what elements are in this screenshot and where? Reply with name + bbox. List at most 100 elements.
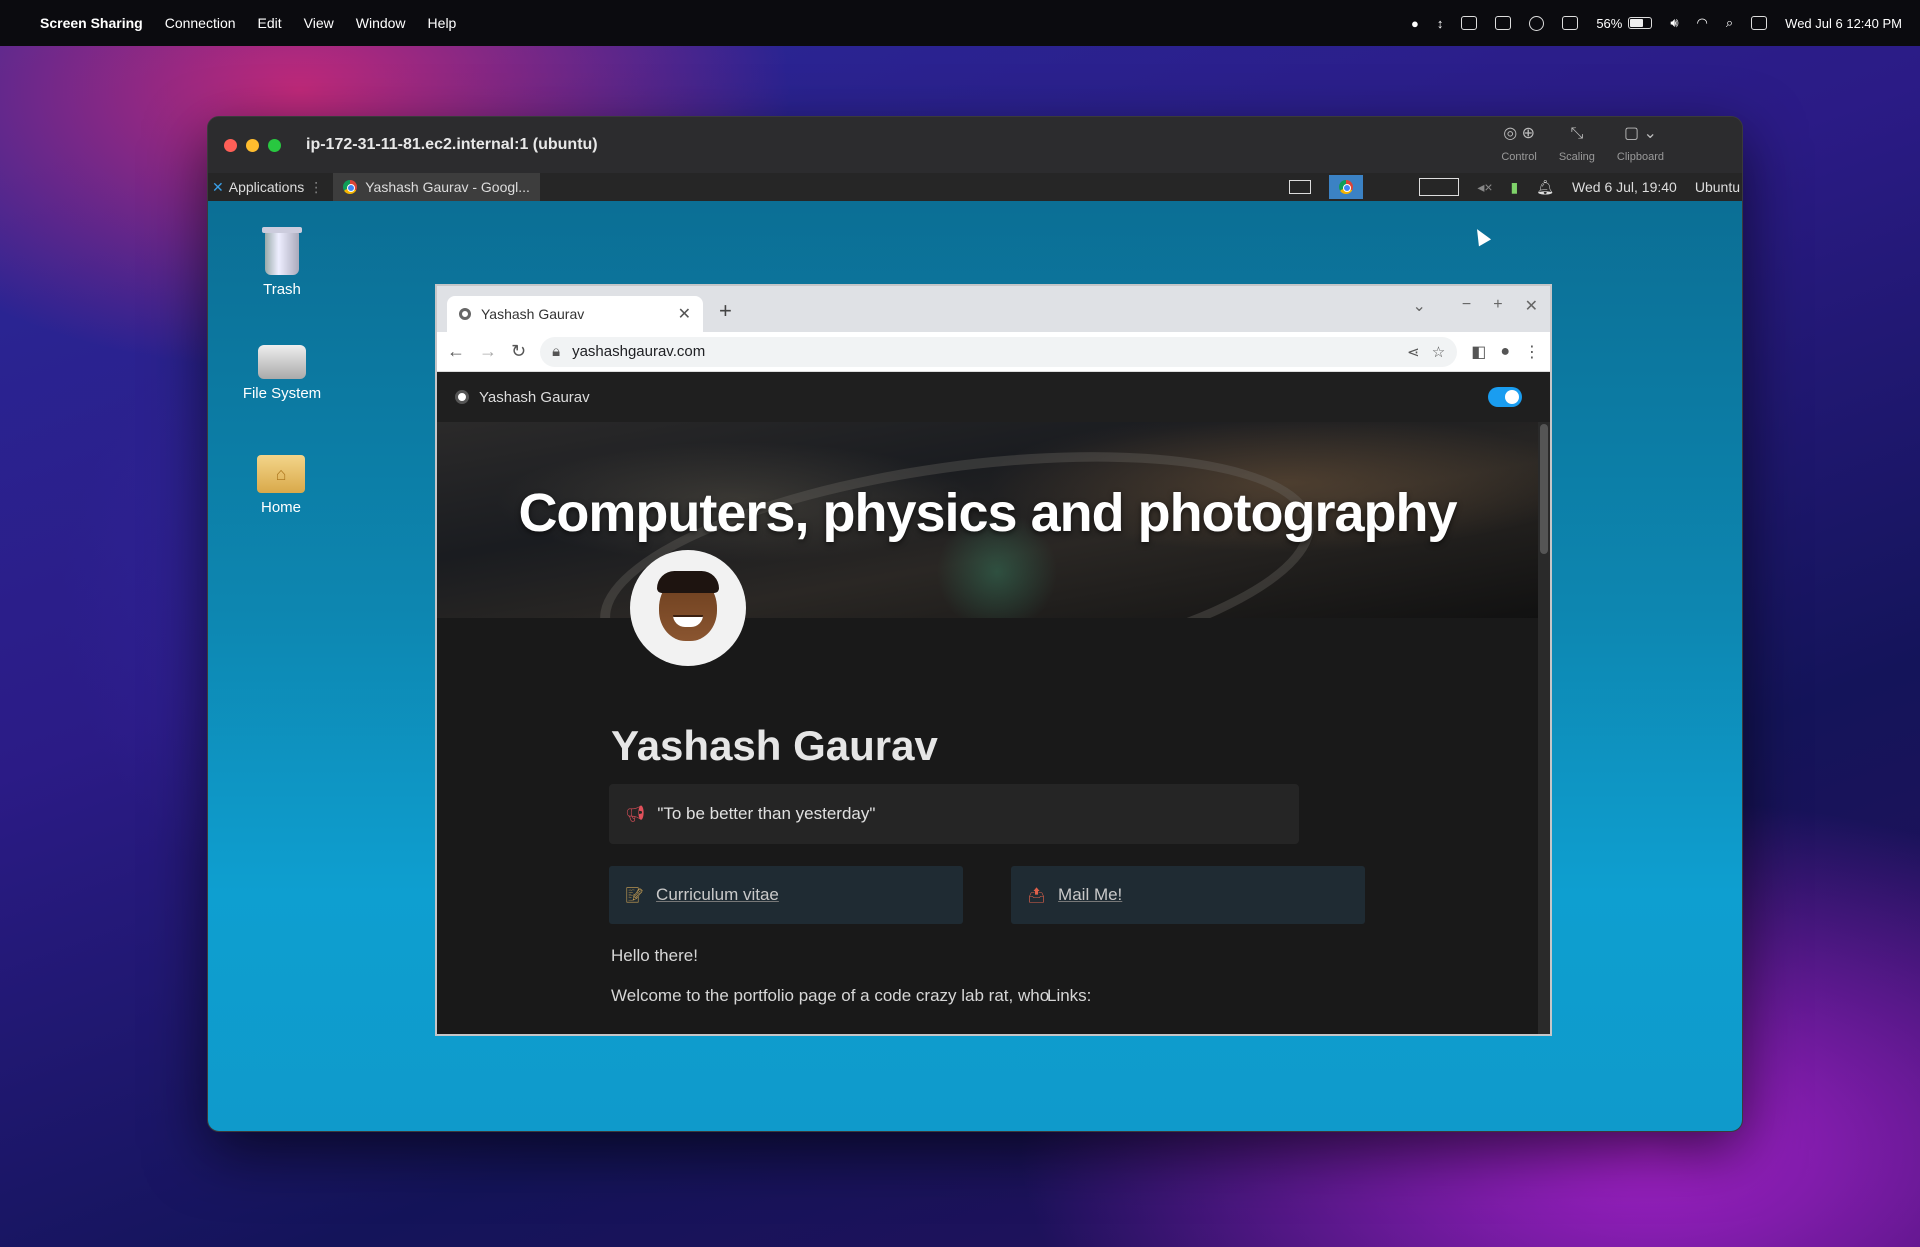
control-center-icon[interactable]: [1751, 16, 1768, 30]
desktop-icon-home[interactable]: ⌂ Home: [231, 455, 331, 516]
drive-icon: [258, 345, 306, 379]
links-heading: Links:: [1047, 986, 1092, 1005]
tab-title: Yashash Gaurav: [481, 306, 585, 322]
menu-window[interactable]: Window: [356, 15, 406, 31]
minimize-window-button[interactable]: [246, 138, 259, 152]
menu-connection[interactable]: Connection: [165, 15, 236, 31]
address-bar[interactable]: 🔒︎ yashashgaurav.com ⋖ ☆: [540, 336, 1458, 367]
scaling-tool[interactable]: ⤡ Scaling: [1559, 125, 1595, 163]
scaling-icon: ⤡: [1570, 125, 1584, 142]
welcome-text: Welcome to the portfolio page of a code …: [611, 986, 1050, 1005]
quote-text: "To be better than yesterday": [657, 804, 876, 823]
grammarly-icon[interactable]: [1529, 15, 1545, 31]
close-icon[interactable]: ✕: [1525, 296, 1538, 316]
mic-icon[interactable]: ●: [1411, 16, 1419, 31]
control-label: Control: [1501, 151, 1537, 163]
share-icon[interactable]: ⋖: [1407, 343, 1420, 361]
maximize-icon[interactable]: +: [1493, 296, 1502, 316]
tab-search-icon[interactable]: ⌄: [1413, 296, 1426, 316]
reload-button[interactable]: ↻: [511, 341, 526, 362]
applications-menu[interactable]: ✕ Applications ⋮: [208, 179, 329, 196]
page-scrollbar[interactable]: [1538, 422, 1550, 1034]
mail-link-label: Mail Me!: [1058, 885, 1123, 904]
site-favicon: [459, 308, 471, 320]
battery-percent: 56%: [1596, 15, 1623, 31]
wifi-icon[interactable]: ◠: [1697, 15, 1708, 31]
back-button[interactable]: ←: [447, 341, 465, 362]
taskbar-item-label: Yashash Gaurav - Googl...: [365, 179, 530, 195]
screen-sharing-window: ip-172-31-11-81.ec2.internal:1 (ubuntu) …: [207, 116, 1743, 1132]
lock-icon[interactable]: 🔒︎: [552, 343, 560, 360]
outbox-icon: 📤︎: [1027, 887, 1047, 904]
panel-clock[interactable]: Wed 6 Jul, 19:40: [1572, 179, 1677, 195]
scaling-label: Scaling: [1558, 151, 1595, 163]
taskbar-item-chrome[interactable]: Yashash Gaurav - Googl...: [333, 173, 540, 201]
memoji-face-icon: [657, 571, 719, 641]
xfce-logo-icon: ✕: [212, 178, 224, 195]
url-text: yashashgaurav.com: [572, 343, 706, 360]
avatar: [630, 550, 746, 666]
close-tab-icon[interactable]: ✕: [678, 304, 691, 324]
desktop-icon-filesystem[interactable]: File System: [232, 345, 332, 402]
bookmark-star-icon[interactable]: ☆: [1432, 343, 1445, 361]
page-title: Yashash Gaurav: [611, 722, 938, 769]
page-viewport[interactable]: Yashash Gaurav Computers, physics and ph…: [437, 372, 1550, 1034]
workspace-2-button[interactable]: [1329, 175, 1364, 199]
site-header-title[interactable]: Yashash Gaurav: [479, 389, 590, 406]
network-icon[interactable]: [1419, 178, 1460, 196]
chrome-icon: [343, 180, 358, 194]
screen-sharing-toolbar: ◎ ⊕ Control ⤡ Scaling ▢ ⌄ Clipboard: [1501, 125, 1664, 163]
menu-help[interactable]: Help: [428, 15, 457, 31]
profile-icon[interactable]: ●: [1500, 343, 1510, 361]
clipboard-icon: ▢ ⌄: [1623, 125, 1657, 142]
volume-icon[interactable]: 🔊︎: [1670, 15, 1678, 31]
clipboard-tool[interactable]: ▢ ⌄ Clipboard: [1617, 125, 1664, 163]
notification-bell-icon[interactable]: 🔔︎: [1536, 179, 1554, 196]
applications-label: Applications: [228, 179, 305, 195]
volume-muted-icon[interactable]: ◂×: [1477, 179, 1492, 196]
tab-strip: Yashash Gaurav ✕ + ⌄ − + ✕: [437, 286, 1550, 332]
new-tab-button[interactable]: +: [719, 298, 732, 324]
screen-mirror-icon[interactable]: [1495, 16, 1512, 30]
battery-status[interactable]: 56%: [1596, 15, 1653, 31]
menu-clock[interactable]: Wed Jul 6 12:40 PM: [1785, 16, 1902, 31]
side-panel-icon[interactable]: ◧: [1471, 342, 1486, 362]
desktop-icon-label: File System: [242, 385, 322, 402]
theme-toggle[interactable]: [1488, 387, 1522, 407]
more-menu-icon[interactable]: ⋮: [1524, 342, 1540, 362]
cv-link-label: Curriculum vitae: [656, 885, 779, 904]
panel-user[interactable]: Ubuntu: [1695, 179, 1740, 195]
site-logo-icon: [455, 390, 469, 404]
desktop-icon-label: Trash: [263, 281, 301, 298]
browser-tab[interactable]: Yashash Gaurav ✕: [447, 296, 703, 332]
menu-view[interactable]: View: [304, 15, 334, 31]
workspace-1-button[interactable]: [1289, 180, 1312, 194]
home-folder-icon: ⌂: [257, 455, 305, 493]
drive-icon[interactable]: [1562, 16, 1579, 30]
close-window-button[interactable]: [224, 138, 237, 152]
menu-edit[interactable]: Edit: [258, 15, 282, 31]
browser-toolbar: ← → ↻ 🔒︎ yashashgaurav.com ⋖ ☆ ◧ ● ⋮: [437, 332, 1550, 372]
menu-app-name[interactable]: Screen Sharing: [40, 15, 143, 31]
mail-link[interactable]: 📤︎ Mail Me!: [1011, 866, 1365, 924]
scrollbar-thumb[interactable]: [1540, 424, 1548, 554]
desktop-icon-trash[interactable]: Trash: [232, 227, 332, 298]
zoom-window-button[interactable]: [268, 138, 281, 152]
spotlight-search-icon[interactable]: ⌕: [1726, 15, 1733, 31]
cv-link[interactable]: 📝︎ Curriculum vitae: [609, 866, 963, 924]
remote-desktop[interactable]: ✕ Applications ⋮ Yashash Gaurav - Googl.…: [208, 173, 1742, 1131]
minimize-icon[interactable]: −: [1462, 296, 1471, 316]
usb-icon[interactable]: ↕: [1437, 16, 1444, 31]
control-tool[interactable]: ◎ ⊕ Control: [1501, 125, 1536, 163]
megaphone-icon: 📢︎: [625, 806, 646, 823]
memo-icon: 📝︎: [625, 887, 645, 904]
keyboard-icon[interactable]: [1461, 16, 1478, 30]
site-header: Yashash Gaurav: [437, 372, 1550, 422]
clipboard-label: Clipboard: [1616, 151, 1664, 163]
battery-icon: [1628, 17, 1653, 29]
screen-sharing-titlebar[interactable]: ip-172-31-11-81.ec2.internal:1 (ubuntu) …: [208, 117, 1742, 173]
forward-button[interactable]: →: [479, 341, 497, 362]
battery-icon[interactable]: ▮: [1511, 179, 1519, 196]
xfce-panel-tray: ◂× ▮ 🔔︎ Wed 6 Jul, 19:40 Ubuntu: [1289, 175, 1742, 199]
mouse-cursor-icon: [1470, 225, 1492, 247]
